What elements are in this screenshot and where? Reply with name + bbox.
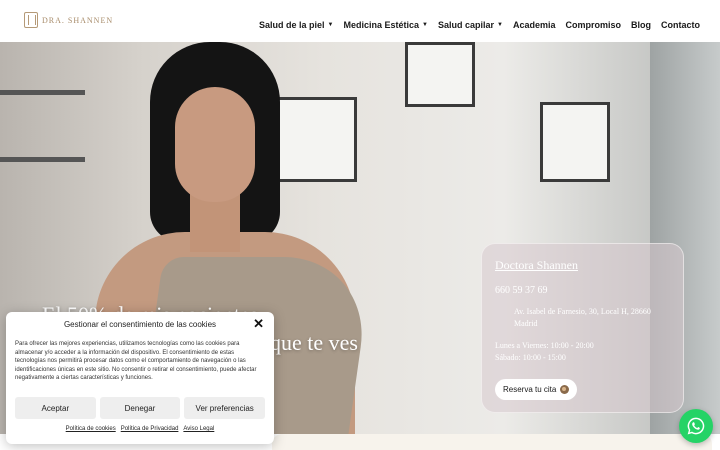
site-header: DRA. SHANNEN Salud de la piel ▼ Medicina… [0, 0, 720, 42]
whatsapp-button[interactable] [679, 409, 713, 443]
contact-info-card: Doctora Shannen 660 59 37 69 Av. Isabel … [481, 243, 684, 413]
cookie-dialog-text: Para ofrecer las mejores experiencias, u… [15, 341, 257, 381]
wall-frame [540, 102, 610, 182]
nav-item-compromiso[interactable]: Compromiso [565, 20, 621, 30]
nav-item-academia[interactable]: Academia [513, 20, 556, 30]
hero-headline-line2: que te ves [270, 330, 358, 355]
deny-cookies-button[interactable]: Denegar [99, 397, 181, 419]
hours-weekdays: Lunes a Viernes: 10:00 - 20:00 [495, 341, 594, 350]
legal-notice-link[interactable]: Aviso Legal [183, 426, 214, 432]
nav-item-label: Blog [631, 20, 651, 30]
nav-item-label: Academia [512, 20, 556, 30]
nav-item-contacto[interactable]: Contacto [661, 20, 700, 30]
book-appointment-button[interactable]: Reserva tu cita [495, 379, 578, 400]
book-appointment-label: Reserva tu cita [503, 385, 557, 394]
nav-item-label: Medicina Estética [343, 20, 420, 30]
nav-item-salud-capilar[interactable]: Salud capilar ▼ [438, 20, 503, 30]
logo[interactable]: DRA. SHANNEN [24, 12, 113, 28]
content-card-top [272, 434, 712, 450]
close-icon[interactable]: ✕ [253, 317, 264, 331]
clinic-address: Av. Isabel de Farnesio, 30, Local H, 286… [514, 307, 651, 328]
hero-photo-face [175, 87, 255, 202]
chevron-down-icon: ▼ [327, 22, 334, 28]
wall-shelf [0, 90, 85, 95]
hours-saturday: Sábado: 10:00 - 15:00 [495, 353, 566, 362]
clinic-hours: Lunes a Viernes: 10:00 - 20:00 Sábado: 1… [495, 340, 670, 364]
cookie-links: Política de cookies Política de Privacid… [6, 426, 274, 432]
main-nav: Salud de la piel ▼ Medicina Estética ▼ S… [259, 20, 700, 30]
nav-item-salud-piel[interactable]: Salud de la piel ▼ [259, 20, 333, 30]
cookie-consent-dialog: Gestionar el consentimiento de las cooki… [6, 312, 274, 444]
cookie-buttons: Aceptar Denegar Ver preferencias [15, 397, 266, 419]
logo-mark-icon [24, 12, 38, 28]
nav-item-label: Contacto [661, 20, 700, 30]
nav-item-medicina-estetica[interactable]: Medicina Estética ▼ [343, 20, 427, 30]
calendar-icon [560, 385, 570, 394]
nav-item-label: Compromiso [565, 20, 621, 30]
wall-frame [405, 42, 475, 107]
nav-item-label: Salud de la piel [259, 20, 325, 30]
whatsapp-icon [687, 417, 705, 435]
clinic-phone[interactable]: 660 59 37 69 [495, 285, 670, 296]
nav-item-blog[interactable]: Blog [631, 20, 651, 30]
logo-text: DRA. SHANNEN [42, 15, 114, 25]
nav-item-label: Salud capilar [437, 20, 494, 30]
clinic-name-link[interactable]: Doctora Shannen [495, 258, 670, 273]
chevron-down-icon: ▼ [497, 22, 503, 28]
accept-cookies-button[interactable]: Aceptar [15, 397, 96, 419]
privacy-policy-link[interactable]: Política de Privacidad [121, 426, 179, 432]
wall-shelf [0, 157, 85, 162]
cookie-policy-link[interactable]: Política de cookies [66, 426, 116, 432]
cookie-dialog-title: Gestionar el consentimiento de las cooki… [63, 320, 217, 329]
view-preferences-button[interactable]: Ver preferencias [184, 397, 266, 419]
chevron-down-icon: ▼ [422, 22, 428, 28]
